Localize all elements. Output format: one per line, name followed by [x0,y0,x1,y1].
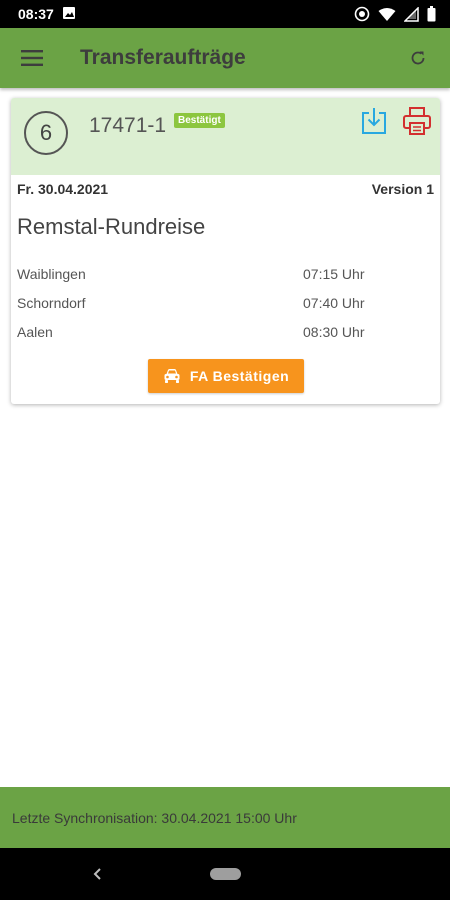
order-card[interactable]: 6 17471-1 Bestätigt Fr. 30.04.2021 Versi… [11,98,440,404]
stop-row: Waiblingen 07:15 Uhr [17,266,437,295]
sync-status-bar: Letzte Synchronisation: 30.04.2021 15:00… [0,787,450,848]
print-icon [403,107,431,135]
back-icon [93,868,101,880]
order-number: 17471-1 [89,114,167,137]
tour-title: Remstal-Rundreise [17,214,206,239]
page-title: Transferaufträge [80,46,246,69]
home-pill-icon[interactable] [210,868,241,880]
order-version: Version 1 [371,181,434,197]
stop-row: Schorndorf 07:40 Uhr [17,295,437,324]
stop-time: 08:30 Uhr [303,324,365,340]
sync-status-icon [354,6,370,22]
system-nav-bar [0,848,450,900]
menu-icon [21,50,43,66]
signal-icon [404,6,419,22]
order-date: Fr. 30.04.2021 [17,181,109,197]
wifi-icon [378,7,396,22]
stop-name: Waiblingen [17,266,86,282]
battery-icon [427,6,436,22]
sync-status-text: Letzte Synchronisation: 30.04.2021 15:00… [12,809,297,826]
stop-time: 07:40 Uhr [303,295,365,311]
stop-name: Schorndorf [17,295,86,311]
status-bar-right [354,6,436,22]
confirm-order-label: FA Bestätigen [189,368,290,384]
stop-name: Aalen [17,324,53,340]
car-icon [164,369,180,383]
menu-button[interactable] [18,44,46,72]
print-button[interactable] [402,106,432,136]
status-time: 08:37 [18,6,54,22]
order-card-header: 6 17471-1 Bestätigt [11,98,440,175]
stops-list: Waiblingen 07:15 Uhr Schorndorf 07:40 Uh… [17,266,437,353]
image-icon [62,6,76,23]
download-button[interactable] [360,106,388,136]
stop-time: 07:15 Uhr [303,266,365,282]
order-count-badge: 6 [24,111,68,155]
stop-row: Aalen 08:30 Uhr [17,324,437,353]
status-bar-left: 08:37 [18,6,76,23]
status-bar: 08:37 [0,0,450,28]
refresh-icon [411,51,425,65]
app-bar: Transferaufträge [0,28,450,88]
confirm-order-button[interactable]: FA Bestätigen [148,359,304,393]
download-icon [362,108,386,134]
date-row: Fr. 30.04.2021 Version 1 [17,181,434,197]
back-button[interactable] [90,864,106,884]
refresh-button[interactable] [404,44,432,72]
status-badge: Bestätigt [174,113,225,128]
